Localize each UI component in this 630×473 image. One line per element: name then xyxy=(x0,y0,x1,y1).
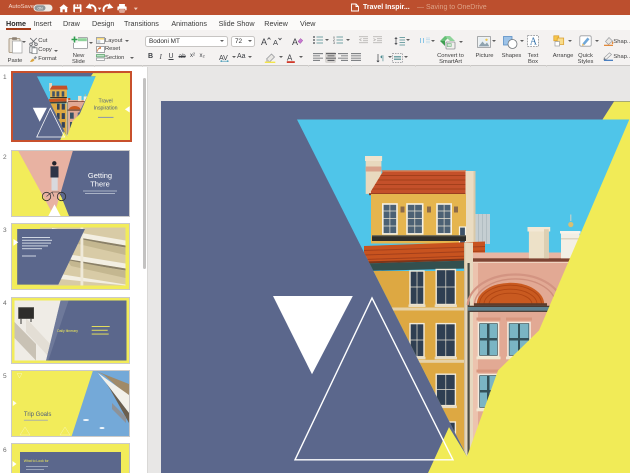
svg-text:ON: ON xyxy=(37,6,43,10)
svg-text:Inspiration: Inspiration xyxy=(94,105,118,111)
svg-text:What to Look for: What to Look for xyxy=(24,459,50,463)
svg-text:Daily Itinerary: Daily Itinerary xyxy=(57,329,78,333)
svg-text:There: There xyxy=(90,180,110,189)
svg-text:Travel: Travel xyxy=(98,98,112,104)
svg-text:¶: ¶ xyxy=(381,54,385,62)
svg-text:A: A xyxy=(261,37,267,46)
svg-text:A: A xyxy=(292,37,298,46)
svg-text:3: 3 xyxy=(333,41,335,44)
svg-text:A: A xyxy=(273,38,278,46)
svg-text:A: A xyxy=(287,53,293,62)
svg-text:A: A xyxy=(530,37,538,48)
svg-text:Trip Goals: Trip Goals xyxy=(24,412,51,418)
